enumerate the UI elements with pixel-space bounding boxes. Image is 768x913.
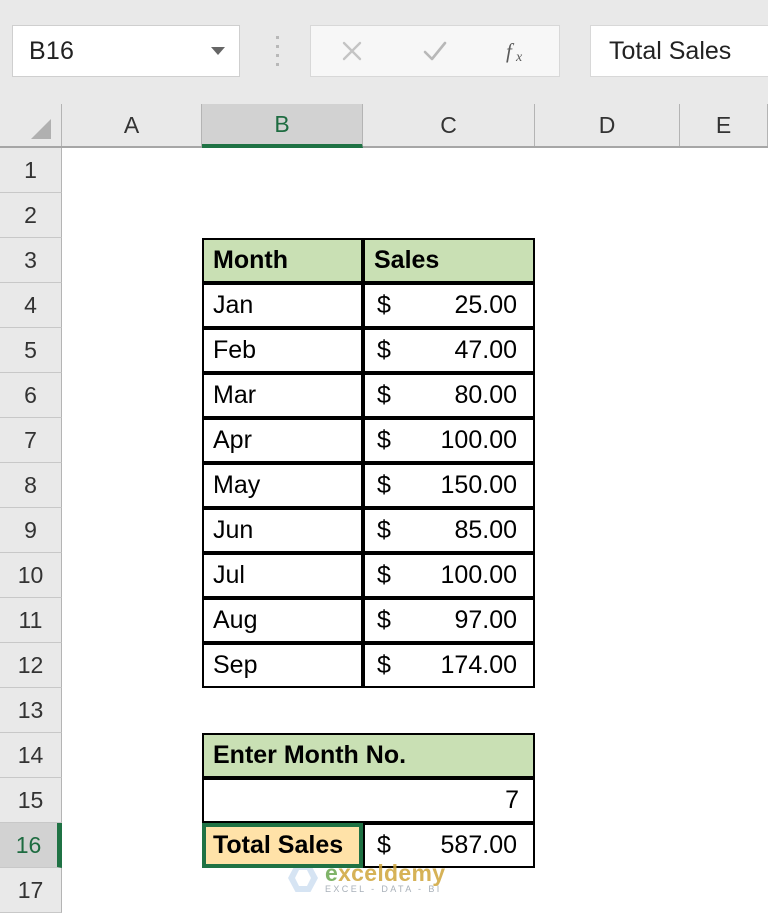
currency-symbol: $: [377, 651, 391, 679]
amount-value: 174.00: [440, 651, 517, 679]
cell-c9-sales[interactable]: $ 85.00: [363, 508, 535, 553]
formula-action-buttons: f x: [310, 25, 560, 77]
cell-b3-month-header[interactable]: Month: [202, 238, 363, 283]
cell-b11-month[interactable]: Aug: [202, 598, 363, 643]
cell-b15-month-number-input[interactable]: 7: [202, 778, 535, 823]
svg-text:x: x: [515, 50, 523, 65]
cell-c6-sales[interactable]: $ 80.00: [363, 373, 535, 418]
cell-c4-sales[interactable]: $ 25.00: [363, 283, 535, 328]
amount-value: 80.00: [454, 381, 517, 409]
fx-icon[interactable]: f x: [492, 31, 544, 71]
amount-value: 150.00: [440, 471, 517, 499]
cell-c3-sales-header[interactable]: Sales: [363, 238, 535, 283]
row-header-5[interactable]: 5: [0, 328, 62, 373]
row-header-11[interactable]: 11: [0, 598, 62, 643]
row-header-8[interactable]: 8: [0, 463, 62, 508]
row-header-6[interactable]: 6: [0, 373, 62, 418]
amount-value: 100.00: [440, 561, 517, 589]
row-header-14[interactable]: 14: [0, 733, 62, 778]
vertical-dots-divider: [276, 36, 279, 66]
cell-c12-sales[interactable]: $ 174.00: [363, 643, 535, 688]
formula-input[interactable]: Total Sales: [590, 25, 768, 77]
cell-b14-enter-month-label[interactable]: Enter Month No.: [202, 733, 535, 778]
row-header-15[interactable]: 15: [0, 778, 62, 823]
check-icon[interactable]: [409, 31, 461, 71]
row-header-13[interactable]: 13: [0, 688, 62, 733]
cell-c16-total-sales-amount[interactable]: $ 587.00: [363, 823, 535, 868]
cell-b10-month[interactable]: Jul: [202, 553, 363, 598]
cell-c11-sales[interactable]: $ 97.00: [363, 598, 535, 643]
currency-symbol: $: [377, 471, 391, 499]
cell-b9-month[interactable]: Jun: [202, 508, 363, 553]
currency-symbol: $: [377, 291, 391, 319]
select-all-triangle-icon: [31, 119, 51, 139]
cell-c8-sales[interactable]: $ 150.00: [363, 463, 535, 508]
close-icon[interactable]: [326, 31, 378, 71]
column-header-row: A B C D E: [0, 104, 768, 148]
formula-bar-strip: B16 f x Total Sales: [0, 0, 768, 104]
row-header-7[interactable]: 7: [0, 418, 62, 463]
name-box-value: B16: [29, 36, 75, 65]
row-header-4[interactable]: 4: [0, 283, 62, 328]
amount-value: 25.00: [454, 291, 517, 319]
cell-b5-month[interactable]: Feb: [202, 328, 363, 373]
cell-c10-sales[interactable]: $ 100.00: [363, 553, 535, 598]
cell-c7-sales[interactable]: $ 100.00: [363, 418, 535, 463]
column-header-e[interactable]: E: [680, 104, 768, 146]
column-header-c[interactable]: C: [363, 104, 535, 146]
row-header-17[interactable]: 17: [0, 868, 62, 913]
cell-b6-month[interactable]: Mar: [202, 373, 363, 418]
column-header-b[interactable]: B: [202, 104, 363, 148]
row-header-10[interactable]: 10: [0, 553, 62, 598]
currency-symbol: $: [377, 516, 391, 544]
row-header-9[interactable]: 9: [0, 508, 62, 553]
cell-b7-month[interactable]: Apr: [202, 418, 363, 463]
amount-value: 587.00: [440, 831, 517, 859]
amount-value: 85.00: [454, 516, 517, 544]
cell-b4-month[interactable]: Jan: [202, 283, 363, 328]
amount-value: 100.00: [440, 426, 517, 454]
currency-symbol: $: [377, 561, 391, 589]
row-header-3[interactable]: 3: [0, 238, 62, 283]
cell-b12-month[interactable]: Sep: [202, 643, 363, 688]
currency-symbol: $: [377, 336, 391, 364]
cell-c5-sales[interactable]: $ 47.00: [363, 328, 535, 373]
name-box[interactable]: B16: [12, 25, 240, 77]
cell-b16-total-sales-label[interactable]: Total Sales: [202, 823, 363, 868]
row-header-12[interactable]: 12: [0, 643, 62, 688]
cell-b8-month[interactable]: May: [202, 463, 363, 508]
row-header-1[interactable]: 1: [0, 148, 62, 193]
currency-symbol: $: [377, 426, 391, 454]
row-header-16[interactable]: 16: [0, 823, 62, 868]
row-header-2[interactable]: 2: [0, 193, 62, 238]
column-header-a[interactable]: A: [62, 104, 202, 146]
column-header-d[interactable]: D: [535, 104, 680, 146]
svg-text:f: f: [506, 39, 515, 63]
spreadsheet-grid: A B C D E 1 2 3 4 5 6 7 8 9 10 11 12 13 …: [0, 104, 768, 913]
formula-input-value: Total Sales: [609, 36, 732, 65]
currency-symbol: $: [377, 606, 391, 634]
select-all-button[interactable]: [0, 104, 62, 146]
amount-value: 47.00: [454, 336, 517, 364]
currency-symbol: $: [377, 381, 391, 409]
grid-cells-area: Month Sales Jan $ 25.00 Feb $ 47.00 Mar …: [62, 148, 768, 908]
chevron-down-icon[interactable]: [211, 47, 225, 55]
amount-value: 97.00: [454, 606, 517, 634]
currency-symbol: $: [377, 831, 391, 859]
